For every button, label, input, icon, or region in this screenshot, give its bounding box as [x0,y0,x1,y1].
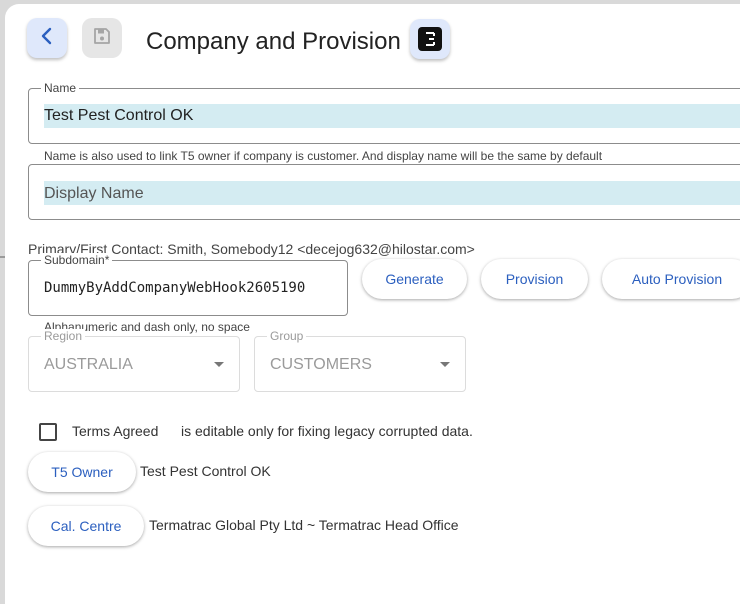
save-button[interactable] [82,18,122,58]
subdomain-field[interactable]: Subdomain* DummyByAddCompanyWebHook26051… [28,253,348,316]
t5-owner-button[interactable]: T5 Owner [28,452,136,492]
auto-provision-button[interactable]: Auto Provision [602,259,740,299]
name-value: Test Pest Control OK [44,107,194,124]
name-field[interactable]: Name Test Pest Control OK [28,81,740,144]
provision-button[interactable]: Provision [481,259,588,299]
generate-button[interactable]: Generate [362,259,467,299]
group-label: Group [267,329,307,343]
group-chevron-down-icon [440,362,450,367]
subdomain-value: DummyByAddCompanyWebHook2605190 [44,280,306,296]
group-value: CUSTOMERS [270,356,372,373]
group-select[interactable]: Group CUSTOMERS [254,329,466,392]
display-name-field[interactable]: Display Name [28,164,740,220]
e-button[interactable] [410,19,450,59]
letter-e-icon [418,27,442,51]
region-chevron-down-icon [214,362,224,367]
company-provision-dialog: Company and Provision Name Test Pest Con… [5,4,740,604]
name-helper-text: Name is also used to link T5 owner if co… [44,149,603,163]
region-value: AUSTRALIA [44,356,133,373]
terms-agreed-checkbox[interactable] [39,423,57,441]
terms-agreed-label: Terms Agreed [72,423,159,439]
cal-centre-value: Termatrac Global Pty Ltd ~ Termatrac Hea… [149,517,459,533]
subdomain-label: Subdomain* [41,253,113,267]
chevron-left-icon [37,26,57,51]
display-name-placeholder: Display Name [44,185,144,202]
back-button[interactable] [27,18,67,58]
page-title: Company and Provision [146,28,401,55]
floppy-disk-icon [92,26,112,51]
region-label: Region [41,329,86,343]
region-select[interactable]: Region AUSTRALIA [28,329,240,392]
name-label: Name [41,81,80,95]
cal-centre-button[interactable]: Cal. Centre [28,506,144,546]
t5-owner-value: Test Pest Control OK [140,463,271,479]
display-name-highlight [44,181,740,205]
terms-note-text: is editable only for fixing legacy corru… [181,423,473,439]
